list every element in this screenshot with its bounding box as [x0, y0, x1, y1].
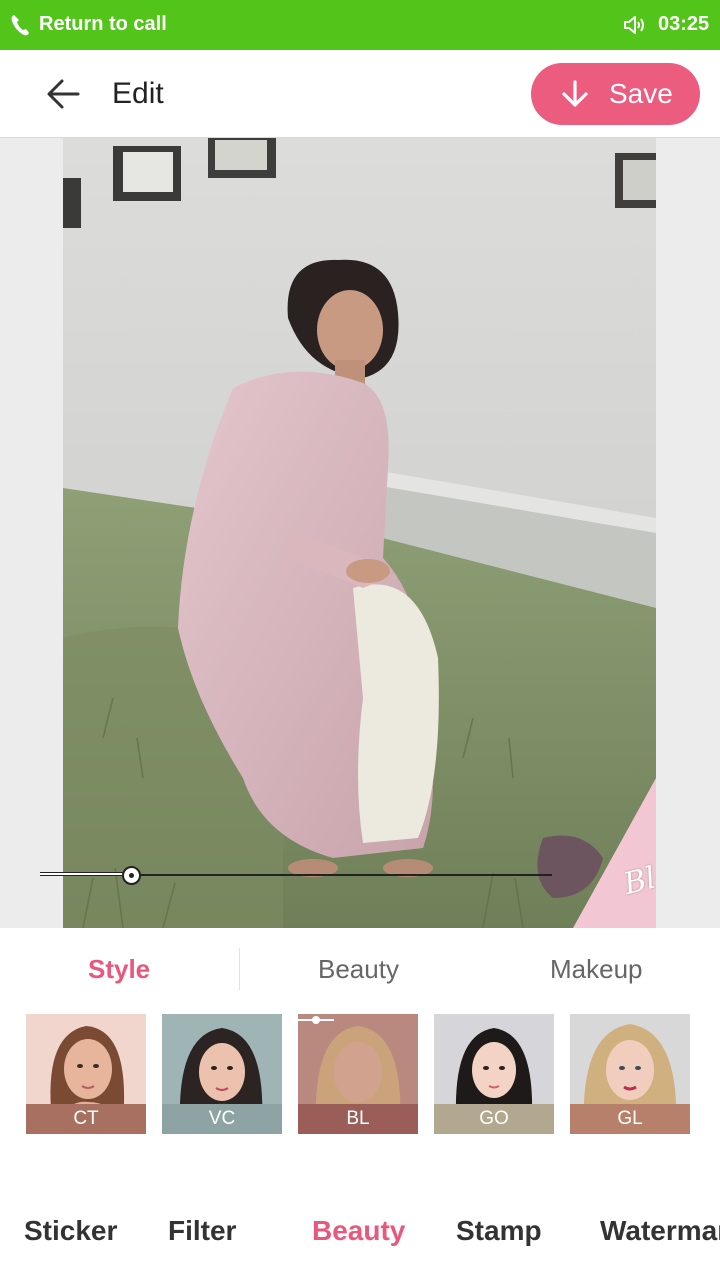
style-thumb-gl-label: GL [570, 1104, 690, 1134]
return-to-call-label[interactable]: Return to call [39, 13, 167, 36]
page-title: Edit [112, 77, 164, 110]
tab-watermark[interactable]: Watermark [600, 1215, 720, 1247]
tab-sticker[interactable]: Sticker [24, 1215, 117, 1247]
bottom-tab-bar: Sticker Filter Beauty Stamp Watermark [0, 1190, 720, 1280]
app-header: Edit Save [0, 50, 720, 138]
phone-icon [11, 15, 29, 36]
style-thumb-bl-label: BL [298, 1104, 418, 1134]
slider-thumb[interactable] [122, 866, 141, 885]
subtab-makeup[interactable]: Makeup [550, 954, 643, 985]
intensity-slider[interactable] [40, 866, 552, 885]
style-thumb-gl[interactable]: GL [570, 1014, 690, 1134]
subtab-divider [239, 948, 240, 990]
style-thumb-go-label: GO [434, 1104, 554, 1134]
subtab-style[interactable]: Style [88, 954, 150, 985]
status-bar[interactable]: Return to call 03:25 [0, 0, 720, 50]
adjust-slider-icon [298, 1016, 334, 1024]
style-thumb-ct[interactable]: CT [26, 1014, 146, 1134]
edit-subtabs: Style Beauty Makeup [0, 928, 720, 1012]
save-label: Save [609, 78, 673, 109]
photo-illustration [63, 138, 656, 928]
subtab-beauty[interactable]: Beauty [318, 954, 399, 985]
tab-stamp[interactable]: Stamp [456, 1215, 542, 1247]
tab-beauty[interactable]: Beauty [312, 1215, 405, 1247]
edited-photo[interactable]: Bloom [63, 138, 656, 928]
style-thumb-go[interactable]: GO [434, 1014, 554, 1134]
style-thumb-ct-label: CT [26, 1104, 146, 1134]
download-arrow-icon [562, 80, 588, 107]
speaker-icon [624, 16, 644, 34]
style-thumb-bl[interactable]: BL [298, 1014, 418, 1134]
slider-fill [40, 872, 132, 876]
tab-filter[interactable]: Filter [168, 1215, 236, 1247]
style-thumb-vc[interactable]: VC [162, 1014, 282, 1134]
slider-thumb-dot [129, 873, 134, 878]
save-button[interactable]: Save [531, 63, 700, 125]
style-thumbnails: CT VC BL GO GL [0, 1012, 720, 1136]
editor-canvas: Bloom [0, 138, 720, 928]
status-time: 03:25 [658, 13, 710, 35]
app-root: Return to call 03:25 Edit Save Bloom Sty… [0, 0, 720, 1280]
arrow-left-icon[interactable] [46, 78, 80, 110]
style-thumb-vc-label: VC [162, 1104, 282, 1134]
